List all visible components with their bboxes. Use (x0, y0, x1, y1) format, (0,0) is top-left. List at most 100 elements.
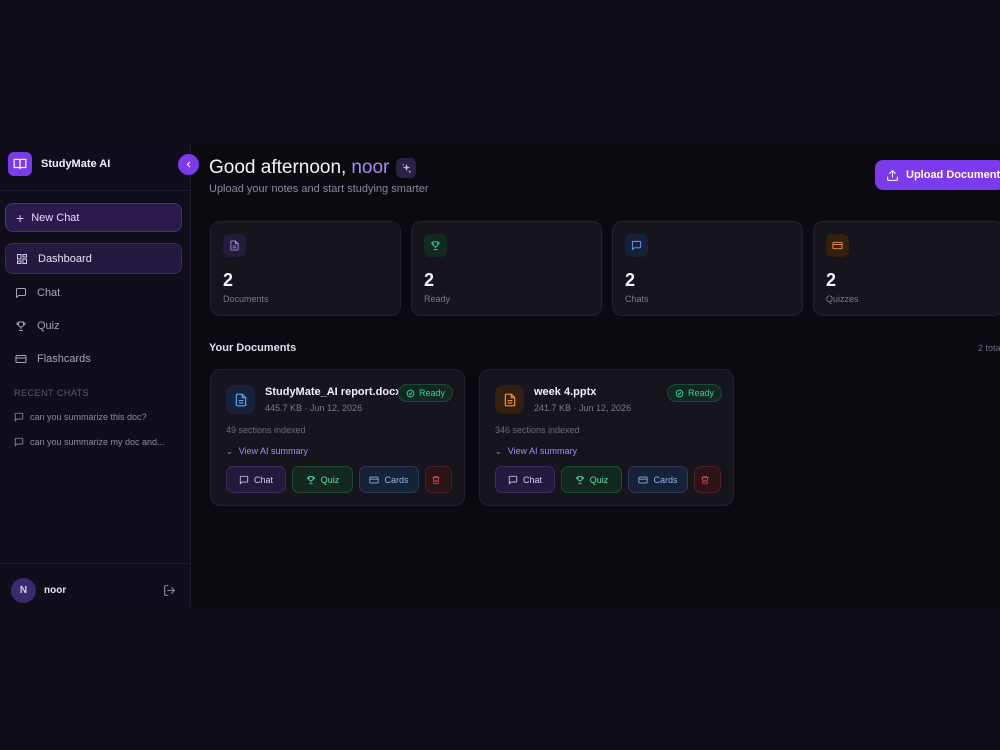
card-icon (369, 476, 380, 483)
recent-chats-heading: RECENT CHATS (14, 388, 90, 398)
document-actions: Chat Quiz Cards (226, 466, 458, 493)
document-actions: Chat Quiz Cards (495, 466, 727, 493)
document-card: StudyMate_AI report.docx 445.7 KB · Jun … (210, 369, 465, 506)
upload-label: Upload Document (906, 169, 1000, 181)
summary-label: View AI summary (238, 446, 309, 456)
logout-icon[interactable] (163, 584, 176, 597)
new-chat-label: New Chat (31, 211, 80, 224)
grid-icon (15, 252, 29, 266)
page-title: Good afternoon, noor (209, 157, 417, 179)
chat-button[interactable]: Chat (495, 466, 555, 493)
document-card: week 4.pptx 241.7 KB · Jun 12, 2026 Read… (479, 369, 734, 506)
divider (0, 563, 191, 564)
card-icon (14, 352, 28, 366)
avatar[interactable]: N (11, 578, 36, 603)
user-name: noor (44, 585, 67, 596)
recent-chat-item[interactable]: can you summarize this doc? (14, 411, 147, 422)
stat-card-ready: 2 Ready (411, 221, 602, 316)
document-meta: 445.7 KB · Jun 12, 2026 (265, 403, 363, 413)
greeting-name: noor (351, 157, 390, 178)
check-circle-icon (675, 389, 684, 397)
trophy-icon (306, 475, 315, 484)
delete-button[interactable] (425, 466, 452, 493)
document-name[interactable]: StudyMate_AI report.docx (265, 386, 401, 398)
stat-label: Ready (424, 294, 451, 304)
chat-label: Chat (522, 474, 542, 485)
cards-label: Cards (384, 474, 409, 485)
sections-indexed: 49 sections indexed (226, 425, 306, 435)
stat-card-chats: 2 Chats (612, 221, 803, 316)
message-icon (14, 411, 25, 422)
message-icon (508, 475, 518, 485)
status-badge: Ready (667, 384, 723, 402)
quiz-label: Quiz (320, 474, 340, 485)
stat-label: Documents (223, 294, 269, 304)
divider (0, 190, 191, 191)
stat-value: 2 (625, 270, 636, 290)
stat-value: 2 (424, 270, 435, 290)
sidebar-item-label: Flashcards (37, 352, 91, 365)
brand: StudyMate AI (8, 152, 110, 176)
plus-icon: + (16, 209, 25, 226)
document-icon (226, 385, 255, 414)
stat-card-documents: 2 Documents (210, 221, 401, 316)
main-content: Good afternoon, noor Upload your notes a… (192, 143, 1000, 607)
sidebar-item-label: Chat (37, 286, 61, 299)
trash-icon (701, 475, 709, 484)
card-icon (638, 476, 649, 483)
book-icon (8, 152, 32, 176)
quiz-button[interactable]: Quiz (292, 466, 353, 493)
upload-icon (887, 169, 898, 181)
app-window: StudyMate AI + New Chat Dashboard Chat Q… (0, 143, 1000, 607)
sidebar-item-dashboard[interactable]: Dashboard (5, 243, 182, 274)
document-icon (495, 385, 524, 414)
cards-button[interactable]: Cards (359, 466, 419, 493)
trophy-icon (575, 475, 584, 484)
stat-label: Quizzes (826, 294, 859, 304)
sidebar-item-quiz[interactable]: Quiz (5, 310, 182, 341)
trophy-icon (424, 234, 447, 257)
trash-icon (432, 475, 440, 484)
message-icon (239, 475, 249, 485)
chevron-left-icon (186, 161, 191, 168)
collapse-sidebar-button[interactable] (178, 154, 199, 175)
documents-count: 2 total (978, 343, 1000, 353)
sidebar: StudyMate AI + New Chat Dashboard Chat Q… (0, 143, 191, 607)
message-icon (14, 436, 25, 447)
sidebar-item-flashcards[interactable]: Flashcards (5, 343, 182, 374)
new-chat-button[interactable]: + New Chat (5, 203, 182, 232)
document-icon (223, 234, 246, 257)
message-icon (14, 286, 28, 300)
sidebar-item-label: Quiz (37, 319, 60, 332)
sparkle-icon (396, 158, 417, 178)
delete-button[interactable] (694, 466, 721, 493)
message-icon (625, 234, 648, 257)
status-label: Ready (688, 388, 715, 398)
recent-chat-label: can you summarize this doc? (30, 411, 147, 422)
sidebar-item-chat[interactable]: Chat (5, 277, 182, 308)
check-circle-icon (406, 389, 415, 397)
quiz-button[interactable]: Quiz (561, 466, 622, 493)
card-icon (826, 234, 849, 257)
stat-label: Chats (625, 294, 649, 304)
stat-card-quizzes: 2 Quizzes (813, 221, 1000, 316)
stat-value: 2 (223, 270, 234, 290)
documents-heading: Your Documents (209, 342, 297, 354)
document-name[interactable]: week 4.pptx (534, 386, 596, 398)
recent-chat-item[interactable]: can you summarize my doc and... (14, 436, 165, 447)
upload-document-button[interactable]: Upload Document (875, 160, 1000, 190)
quiz-label: Quiz (589, 474, 609, 485)
summary-label: View AI summary (507, 446, 578, 456)
cards-button[interactable]: Cards (628, 466, 688, 493)
chevron-down-icon: ⌄ (226, 446, 233, 456)
chat-button[interactable]: Chat (226, 466, 286, 493)
page-subtitle: Upload your notes and start studying sma… (209, 183, 429, 195)
status-label: Ready (419, 388, 446, 398)
sections-indexed: 346 sections indexed (495, 425, 580, 435)
brand-name: StudyMate AI (41, 158, 111, 170)
stat-value: 2 (826, 270, 837, 290)
view-summary-toggle[interactable]: ⌄ View AI summary (226, 446, 308, 456)
cards-label: Cards (653, 474, 678, 485)
view-summary-toggle[interactable]: ⌄ View AI summary (495, 446, 577, 456)
recent-chat-label: can you summarize my doc and... (30, 436, 165, 447)
